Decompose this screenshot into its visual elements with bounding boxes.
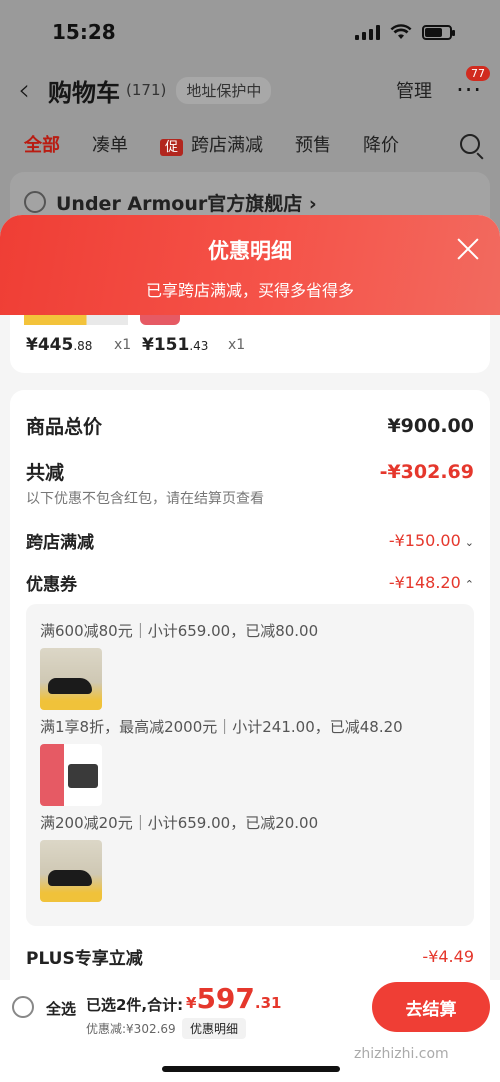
checkout-bar: 全选 已选2件,合计: ¥597.31 优惠减:¥302.69 优惠明细 去结算… [0, 980, 500, 1082]
discount-detail-sheet: 优惠明细 已享跨店满减，买得多省得多 ¥445.88 x1 ¥151.43 x1… [0, 215, 500, 1082]
sheet-title: 优惠明细 [208, 239, 292, 263]
page-title: 购物车 [48, 78, 120, 107]
product-thumbnail [24, 315, 128, 325]
reduce-hint: 以下优惠不包含红包，请在结算页查看 [26, 491, 264, 507]
total-price-row: 商品总价 ¥900.00 [26, 412, 474, 439]
selected-items-card: ¥445.88 x1 ¥151.43 x1 [10, 315, 490, 373]
tab-cross-store-label: 跨店满减 [191, 135, 264, 156]
store-name[interactable]: Under Armour官方旗舰店 › [56, 189, 317, 216]
total-price-label: 商品总价 [26, 416, 103, 438]
home-indicator [162, 1066, 340, 1072]
coupon-row[interactable]: 优惠券 -¥148.20 ⌃ [26, 570, 474, 595]
item-price: ¥151.43 [142, 335, 209, 355]
reduce-label: 共减 [26, 462, 65, 484]
store-select-radio[interactable] [24, 191, 46, 213]
product-thumbnail [140, 315, 180, 325]
tab-price-drop[interactable]: 降价 [363, 131, 399, 157]
checkout-button[interactable]: 去结算 [372, 982, 490, 1032]
plus-discount-row: PLUS专享立减 -¥4.49 [26, 944, 474, 969]
coupon-amount: -¥148.20 ⌃ [389, 573, 474, 592]
cross-store-value: -¥150.00 [388, 531, 461, 550]
status-bar: 15:28 [0, 0, 500, 64]
item-price: ¥445.88 [26, 335, 93, 355]
item-qty: x1 [114, 337, 132, 353]
sheet-subtitle: 已享跨店满减，买得多省得多 [145, 281, 354, 300]
shoe-image [40, 648, 102, 710]
watermark: zhizhizhi.com [354, 1046, 449, 1062]
back-arrow-icon[interactable]: ‹ [18, 73, 30, 108]
cross-store-label: 跨店满减 [26, 533, 94, 553]
promo-tag: 促 [160, 139, 184, 156]
coupon-detail-box: 满600减80元｜小计659.00，已减80.00 满1享8折，最高减2000元… [26, 604, 474, 926]
coupon-rule: 满1享8折，最高减2000元｜小计241.00，已减48.20 [40, 718, 403, 736]
coupon-rule: 满200减20元｜小计659.00，已减20.00 [40, 814, 319, 832]
tab-bundle[interactable]: 凑单 [92, 131, 128, 157]
wifi-icon [390, 24, 412, 39]
cart-navbar: ‹ 购物车 (171) 地址保护中 管理 ··· 77 [0, 64, 500, 116]
reduce-value: -¥302.69 [379, 460, 474, 483]
tab-presale[interactable]: 预售 [295, 131, 331, 157]
cart-count: (171) [126, 81, 167, 99]
address-protection-chip[interactable]: 地址保护中 [176, 76, 272, 104]
reduce-row: 共减 -¥302.69 [26, 458, 474, 485]
coupon-value: -¥148.20 [388, 573, 461, 592]
sheet-header: 优惠明细 已享跨店满减，买得多省得多 [0, 215, 500, 315]
discount-summary: 优惠减:¥302.69 [86, 1022, 176, 1036]
close-icon[interactable] [456, 237, 480, 261]
cart-tabs: 全部 凑单 促跨店满减 预售 降价 [0, 116, 500, 172]
notification-badge: 77 [466, 66, 490, 81]
selected-count: 已选2件,合计: [86, 996, 184, 1014]
product-thumbnail [40, 648, 102, 710]
search-icon[interactable] [460, 134, 480, 154]
shoe-image [40, 840, 102, 902]
coupon-label: 优惠券 [26, 575, 77, 595]
chevron-up-icon: ⌃ [464, 578, 474, 591]
status-icons [355, 24, 455, 40]
status-time: 15:28 [52, 20, 116, 44]
total-price-value: ¥900.00 [387, 414, 474, 437]
product-thumbnail [40, 744, 102, 806]
coupon-rule: 满600减80元｜小计659.00，已减80.00 [40, 622, 319, 640]
cross-store-amount: -¥150.00 ⌄ [389, 531, 474, 550]
chevron-down-icon: ⌄ [464, 536, 474, 549]
signal-icon [355, 24, 380, 40]
product-thumbnail [40, 840, 102, 902]
cross-store-row[interactable]: 跨店满减 -¥150.00 ⌄ [26, 528, 474, 553]
price-breakdown-card: 商品总价 ¥900.00 共减 -¥302.69 以下优惠不包含红包，请在结算页… [10, 390, 490, 1082]
tab-cross-store[interactable]: 促跨店满减 [160, 131, 263, 157]
discount-detail-button[interactable]: 优惠明细 [182, 1018, 247, 1039]
item-qty: x1 [228, 337, 246, 353]
battery-icon [422, 24, 455, 40]
select-all-label[interactable]: 全选 [46, 998, 76, 1019]
tab-all[interactable]: 全部 [24, 131, 60, 157]
plus-discount-value: -¥4.49 [422, 947, 474, 966]
bag-image [40, 744, 102, 806]
manage-button[interactable]: 管理 [396, 77, 432, 103]
plus-discount-label: PLUS专享立减 [26, 949, 143, 969]
total-amount: ¥597.31 [186, 982, 282, 1015]
select-all-radio[interactable] [12, 996, 34, 1018]
